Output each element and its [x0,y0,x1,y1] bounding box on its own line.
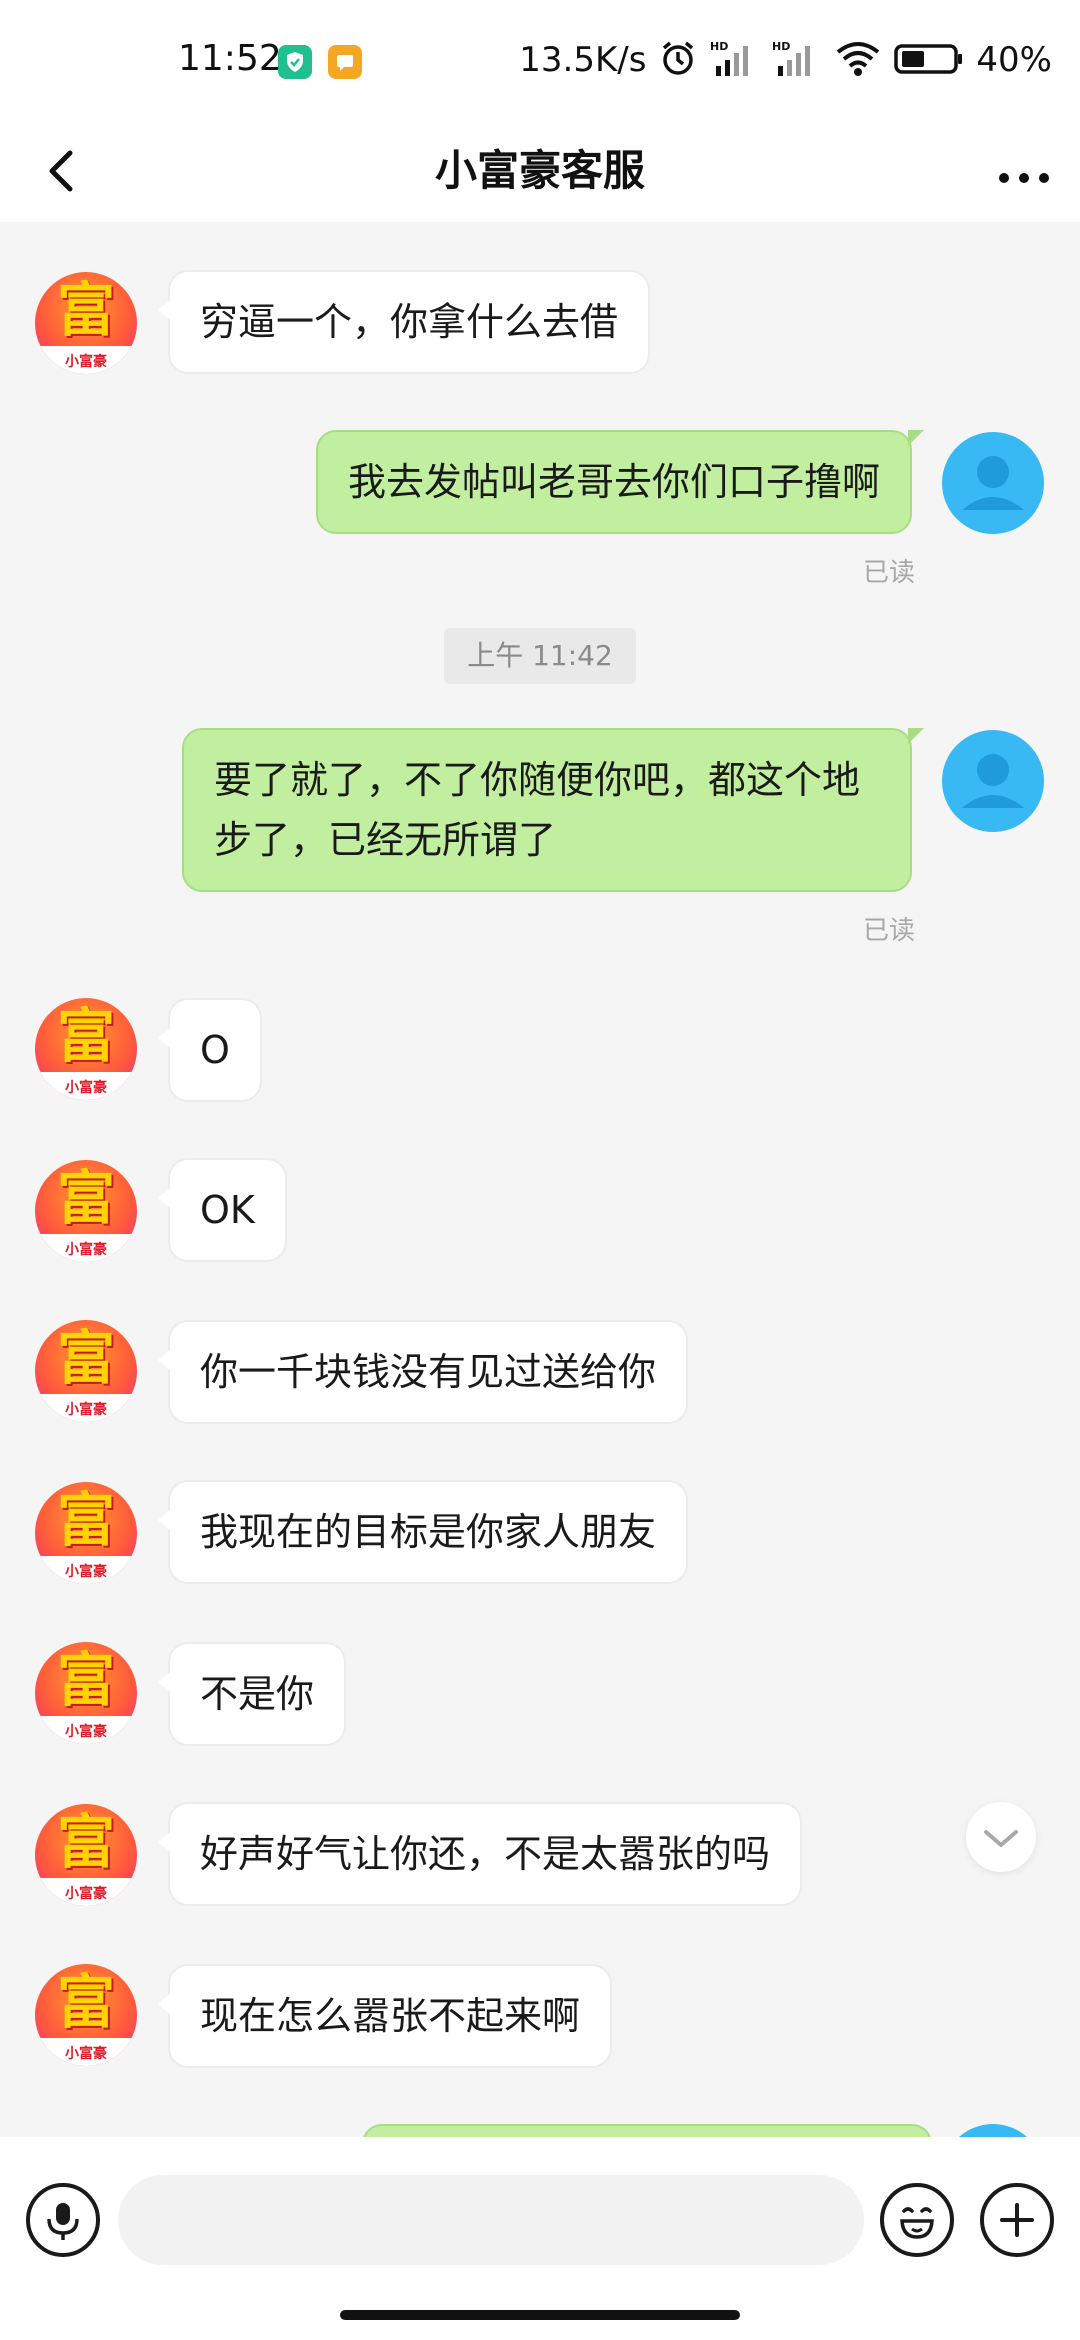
battery-percentage: 40% [976,40,1052,80]
hd-signal-icon: HD [710,38,760,82]
wifi-icon [834,38,882,82]
avatar-brand-label: 小富豪 [65,354,107,370]
smiley-icon [900,2207,934,2239]
network-speed: 13.5K/s [519,40,647,80]
received-message[interactable]: OK [158,1158,287,1262]
user-silhouette-icon [962,456,1024,510]
received-message[interactable]: 你一千块钱没有见过送给你 [157,1320,689,1424]
page-title: 小富豪客服 [434,146,645,195]
chevron-left-icon [49,150,73,192]
scroll-to-bottom-button[interactable] [966,1802,1036,1872]
chevron-down-icon [984,1830,1018,1847]
avatar-brand-label: 小富豪 [65,1242,107,1258]
plus-icon [1000,2203,1034,2237]
user-avatar[interactable] [942,432,1044,534]
avatar-brand-label: 小富豪 [65,1402,107,1418]
agent-avatar[interactable]: 富 小富豪 [35,998,137,1100]
voice-input-button[interactable] [26,2183,100,2257]
read-receipt: 已读 [862,916,915,946]
message-input[interactable] [118,2175,864,2265]
read-receipt: 已读 [862,558,915,588]
avatar-logo-glyph: 富 [56,1968,115,2036]
agent-avatar[interactable]: 富 小富豪 [35,1642,137,1744]
sent-message[interactable]: 要了就了，不了你随便你吧，都这个地步了，已经无所谓了 [182,728,924,892]
alarm-icon [658,38,698,82]
avatar-brand-label: 小富豪 [65,1564,107,1580]
avatar-logo-glyph: 富 [56,1646,115,1714]
user-avatar[interactable] [942,2124,1044,2137]
hd-signal-icon: HD [772,38,822,82]
received-message[interactable]: 不是你 [157,1642,347,1746]
avatar-brand-label: 小富豪 [65,2046,107,2062]
sent-message-partial[interactable] [362,2124,932,2137]
home-indicator[interactable] [340,2310,740,2320]
received-message[interactable]: 现在怎么嚣张不起来啊 [157,1964,613,2068]
received-message[interactable]: 我现在的目标是你家人朋友 [157,1480,689,1584]
agent-avatar[interactable]: 富 小富豪 [35,272,137,374]
status-time: 11:52 [178,38,282,79]
avatar-brand-label: 小富豪 [65,1080,107,1096]
agent-avatar[interactable]: 富 小富豪 [35,1482,137,1584]
received-message[interactable]: 好声好气让你还，不是太嚣张的吗 [157,1802,803,1906]
avatar-logo-glyph: 富 [56,1164,115,1232]
plus-button[interactable] [980,2183,1054,2257]
emoji-button[interactable] [880,2183,954,2257]
avatar-logo-glyph: 富 [56,1486,115,1554]
svg-text:HD: HD [772,40,790,53]
message-app-icon [328,45,362,79]
microphone-icon [47,2203,79,2240]
user-avatar[interactable] [942,730,1044,832]
chat-header: 小富豪客服 [0,120,1080,222]
agent-avatar[interactable]: 富 小富豪 [35,1160,137,1262]
battery-icon [894,38,964,82]
avatar-logo-glyph: 富 [56,276,115,344]
agent-avatar[interactable]: 富 小富豪 [35,1804,137,1906]
received-message[interactable]: O [158,998,262,1102]
back-button[interactable] [30,138,96,204]
avatar-logo-glyph: 富 [56,1002,115,1070]
more-options-button[interactable] [994,144,1054,198]
message-timestamp: 上午 11:42 [444,628,636,684]
message-list[interactable]: 富 小富豪 穷逼一个，你拿什么去借 我去发帖叫老哥去你们口子撸啊 已读 上午 1… [0,222,1080,2137]
avatar-brand-label: 小富豪 [65,1886,107,1902]
more-horizontal-icon [999,173,1049,183]
agent-avatar[interactable]: 富 小富豪 [35,1964,137,2066]
sent-message[interactable]: 我去发帖叫老哥去你们口子撸啊 [315,430,925,534]
avatar-brand-label: 小富豪 [65,1724,107,1740]
agent-avatar[interactable]: 富 小富豪 [35,1320,137,1422]
avatar-logo-glyph: 富 [56,1808,115,1876]
received-message[interactable]: 穷逼一个，你拿什么去借 [157,270,651,374]
status-bar: 11:52 13.5K/s HD HD 40% [0,0,1080,120]
avatar-logo-glyph: 富 [56,1324,115,1392]
svg-text:HD: HD [710,40,728,53]
shield-app-icon [278,45,312,79]
user-silhouette-icon [962,754,1024,808]
